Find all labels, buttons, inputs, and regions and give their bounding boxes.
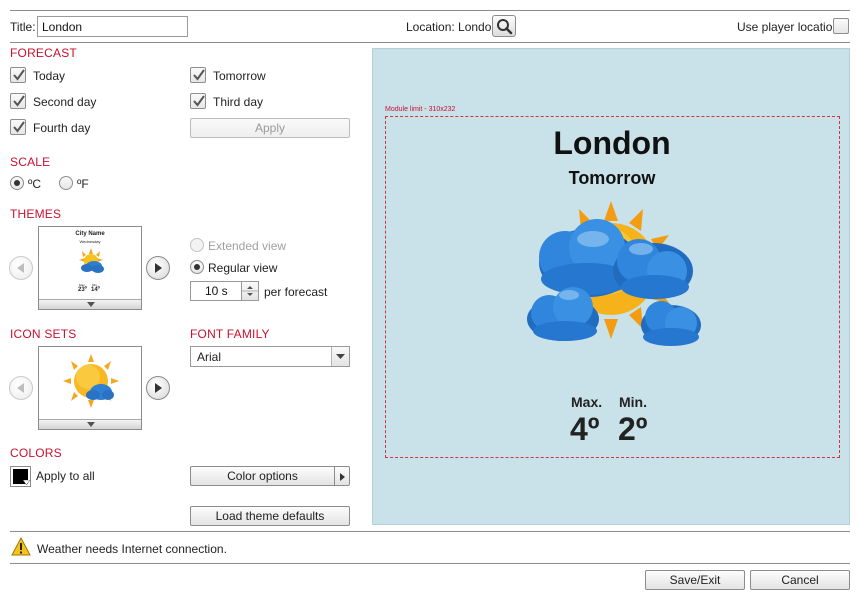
top-divider bbox=[10, 10, 850, 11]
chevron-right-icon bbox=[340, 473, 345, 481]
chevron-down-icon bbox=[87, 302, 95, 307]
preview-max-label: Max. bbox=[571, 394, 603, 410]
location-label: Location: London bbox=[406, 20, 499, 34]
preview-max-value: 4º bbox=[570, 411, 600, 447]
thumb-day: Wednesday bbox=[79, 239, 101, 244]
apply-to-all-label[interactable]: Apply to all bbox=[36, 469, 95, 483]
theme-prev-button[interactable] bbox=[9, 256, 33, 280]
colors-section-label: COLORS bbox=[10, 446, 62, 460]
status-divider-bottom bbox=[10, 563, 850, 564]
arrow-right-icon bbox=[155, 263, 162, 273]
tomorrow-label: Tomorrow bbox=[213, 69, 266, 83]
save-exit-button[interactable]: Save/Exit bbox=[645, 570, 745, 590]
font-family-dropdown-button[interactable] bbox=[331, 347, 349, 366]
cancel-button[interactable]: Cancel bbox=[750, 570, 850, 590]
scale-section-label: SCALE bbox=[10, 155, 51, 169]
search-icon bbox=[497, 19, 513, 35]
today-label: Today bbox=[33, 69, 66, 83]
icon-set-thumbnail[interactable] bbox=[38, 346, 142, 430]
color-swatch-button[interactable] bbox=[10, 466, 31, 487]
sun-cloud-icon bbox=[63, 354, 119, 408]
preview-min-value: 2º bbox=[618, 411, 648, 447]
color-options-split-button[interactable]: Color options bbox=[190, 466, 350, 486]
tomorrow-checkbox[interactable] bbox=[190, 67, 206, 83]
icon-set-prev-button[interactable] bbox=[9, 376, 33, 400]
chevron-down-icon bbox=[336, 354, 345, 359]
location-search-button[interactable] bbox=[492, 15, 516, 37]
third-day-checkbox[interactable] bbox=[190, 93, 206, 109]
apply-button[interactable]: Apply bbox=[190, 118, 350, 138]
arrow-left-icon bbox=[17, 263, 24, 273]
preview-city: London bbox=[553, 125, 671, 161]
use-player-location-checkbox[interactable] bbox=[833, 18, 849, 34]
regular-view-radio[interactable] bbox=[190, 260, 204, 274]
arrow-right-icon bbox=[155, 383, 162, 393]
color-options-button[interactable]: Color options bbox=[190, 466, 334, 486]
arrow-left-icon bbox=[17, 383, 24, 393]
header-divider bbox=[10, 42, 850, 43]
checkmark-icon bbox=[13, 121, 25, 133]
font-family-select[interactable]: Arial bbox=[190, 346, 350, 367]
extended-view-radio[interactable] bbox=[190, 238, 204, 252]
theme-thumbnail-footer bbox=[39, 299, 141, 309]
fahrenheit-label: ºF bbox=[77, 177, 89, 191]
title-label: Title: bbox=[10, 20, 36, 34]
font-family-value: Arial bbox=[197, 350, 222, 364]
forecast-section-label: FORECAST bbox=[10, 46, 77, 60]
warning-icon bbox=[11, 537, 31, 556]
per-forecast-label: per forecast bbox=[264, 285, 328, 299]
today-checkbox[interactable] bbox=[10, 67, 26, 83]
duration-input[interactable] bbox=[190, 281, 242, 301]
color-options-arrow[interactable] bbox=[334, 466, 350, 486]
chevron-down-icon bbox=[23, 480, 30, 485]
theme-next-button[interactable] bbox=[146, 256, 170, 280]
theme-thumbnail[interactable]: City Name Wednesday Max. Min. 23º 14º bbox=[38, 226, 142, 310]
preview-day: Tomorrow bbox=[568, 168, 656, 188]
fourth-day-label: Fourth day bbox=[33, 121, 91, 135]
module-limit-label: Module limit - 310x232 bbox=[385, 106, 456, 113]
icon-set-next-button[interactable] bbox=[146, 376, 170, 400]
thumb-city: City Name bbox=[75, 231, 105, 237]
second-day-checkbox[interactable] bbox=[10, 93, 26, 109]
celsius-label: ºC bbox=[28, 177, 42, 191]
title-input[interactable] bbox=[37, 16, 188, 37]
font-family-section-label: FONT FAMILY bbox=[190, 327, 270, 341]
celsius-radio[interactable] bbox=[10, 176, 24, 190]
extended-view-label: Extended view bbox=[208, 239, 287, 253]
fourth-day-checkbox[interactable] bbox=[10, 119, 26, 135]
checkmark-icon bbox=[193, 69, 205, 81]
regular-view-label: Regular view bbox=[208, 261, 278, 275]
duration-stepper[interactable] bbox=[241, 281, 259, 301]
fahrenheit-radio[interactable] bbox=[59, 176, 73, 190]
second-day-label: Second day bbox=[33, 95, 97, 109]
partly-cloudy-icon bbox=[527, 201, 701, 346]
stepper-arrows-icon bbox=[242, 286, 258, 296]
third-day-label: Third day bbox=[213, 95, 264, 109]
checkmark-icon bbox=[193, 95, 205, 107]
chevron-down-icon bbox=[87, 422, 95, 427]
use-player-location-label: Use player location bbox=[737, 20, 840, 34]
icon-set-thumbnail-footer bbox=[39, 419, 141, 429]
checkmark-icon bbox=[13, 95, 25, 107]
thumb-weather-icon bbox=[79, 248, 104, 273]
status-divider-top bbox=[10, 531, 850, 532]
warning-text: Weather needs Internet connection. bbox=[37, 542, 227, 556]
thumb-min: 14º bbox=[91, 287, 100, 293]
icon-sets-section-label: ICON SETS bbox=[10, 327, 77, 341]
themes-section-label: THEMES bbox=[10, 207, 62, 221]
checkmark-icon bbox=[13, 69, 25, 81]
preview-panel: Module limit - 310x232 London Tomorrow M… bbox=[372, 48, 850, 525]
load-theme-defaults-button[interactable]: Load theme defaults bbox=[190, 506, 350, 526]
preview-min-label: Min. bbox=[619, 394, 647, 410]
thumb-max: 23º bbox=[78, 287, 87, 293]
